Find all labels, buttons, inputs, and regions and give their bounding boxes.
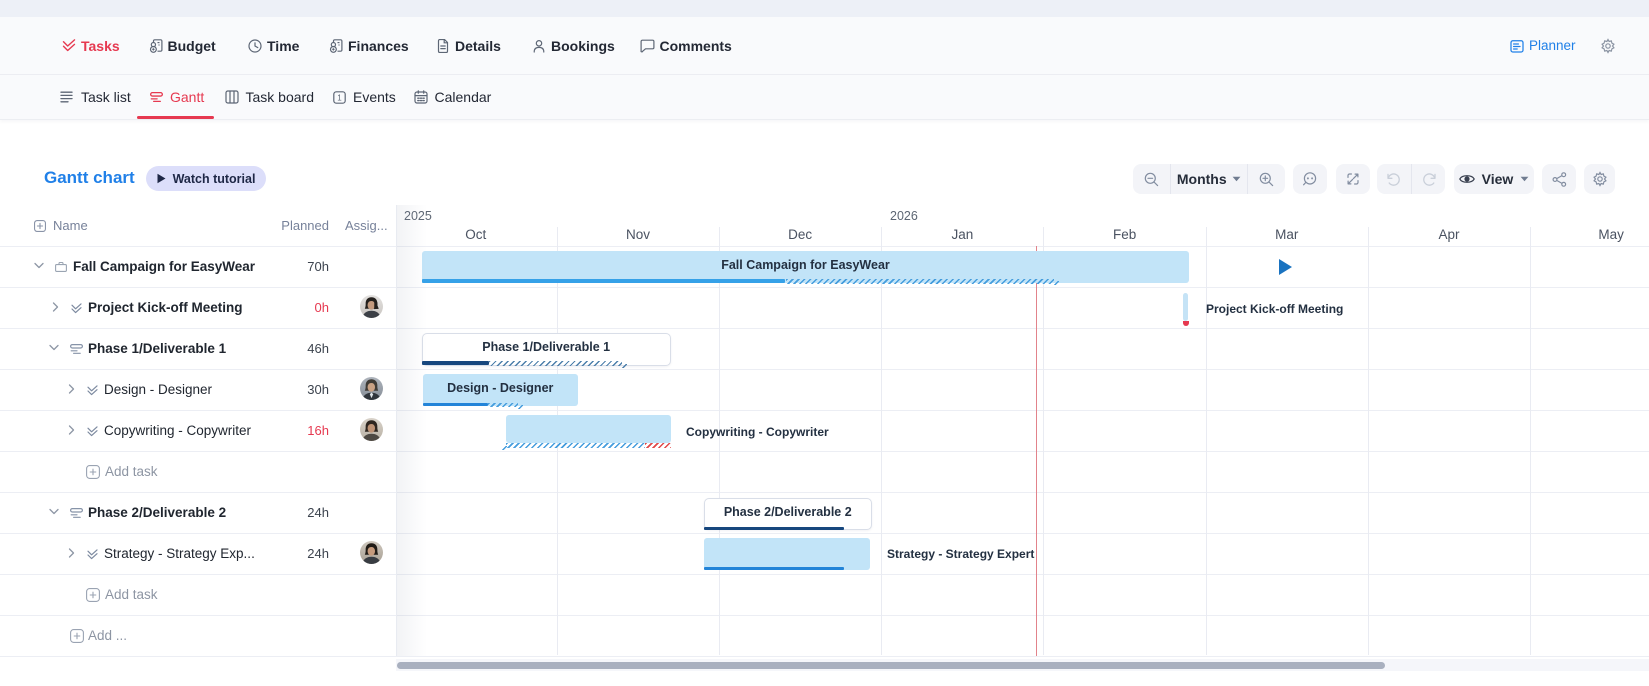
svg-text:1: 1 xyxy=(337,93,342,102)
